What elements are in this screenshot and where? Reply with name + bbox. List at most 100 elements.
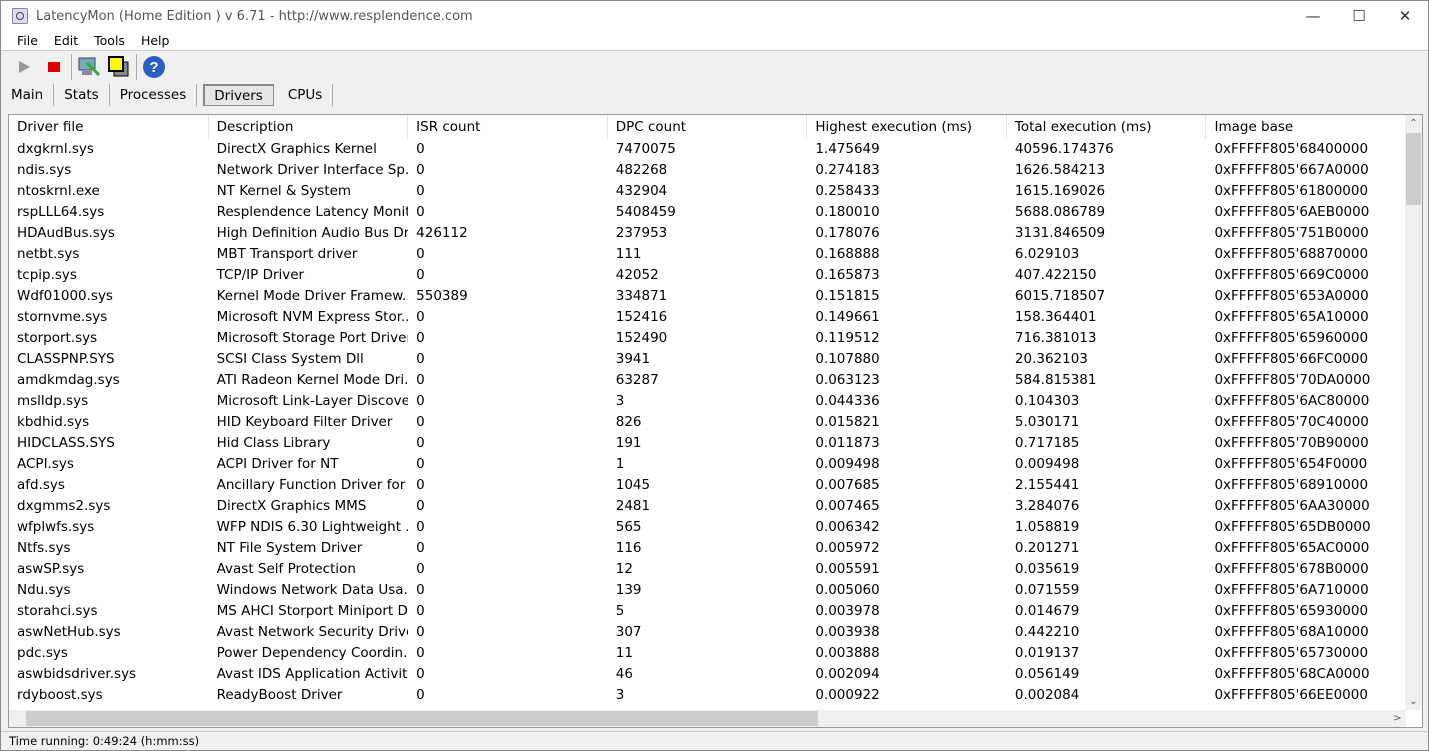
table-row[interactable]: HDAudBus.sys High Definition Audio Bus Dr… [9,223,1406,244]
maximize-button[interactable]: ☐ [1336,1,1382,31]
cell-highest-execution: 0.000922 [815,687,880,703]
svg-text:?: ? [149,59,158,76]
cell-isr-count: 0 [416,645,425,661]
table-row[interactable]: tcpip.sys TCP/IP Driver 0 42052 0.165873 407.… [9,265,1406,286]
cell-driver-file: Ntfs.sys [17,540,71,556]
column-header-total-execution[interactable]: Total execution (ms) [1007,115,1207,139]
cell-total-execution: 0.201271 [1014,540,1080,556]
table-row[interactable]: aswSP.sys Avast Self Protection 0 12 0.00559… [9,559,1406,580]
vertical-scrollbar[interactable]: ⌃ ⌄ [1405,115,1422,710]
cell-description: Power Dependency Coordin... [216,645,409,661]
tab-cpus[interactable]: CPUs [278,84,334,106]
table-row[interactable]: Ndu.sys Windows Network Data Usa... 0 139 0.… [9,580,1406,601]
start-button[interactable] [9,53,39,81]
toolbar-separator [136,54,137,80]
cell-driver-file: HIDCLASS.SYS [17,435,115,451]
cell-total-execution: 407.422150 [1014,267,1097,283]
table-row[interactable]: Ntfs.sys NT File System Driver 0 116 0.00597… [9,538,1406,559]
cell-driver-file: tcpip.sys [17,267,77,283]
table-row[interactable]: amdkmdag.sys ATI Radeon Kernel Mode Dri..… [9,370,1406,391]
column-header-isr-count[interactable]: ISR count [408,115,608,139]
column-header-driver-file[interactable]: Driver file [9,115,209,139]
cell-image-base: 0xFFFFF805'68A10000 [1214,624,1369,640]
cell-highest-execution: 0.063123 [815,372,880,388]
menu-help[interactable]: Help [141,33,170,48]
tab-main[interactable]: Main [1,84,55,106]
table-row[interactable]: ndis.sys Network Driver Interface Sp... 0 4… [9,160,1406,181]
cell-driver-file: Wdf01000.sys [17,288,113,304]
analyze-button[interactable] [74,53,104,81]
column-header-highest-execution[interactable]: Highest execution (ms) [807,115,1007,139]
cell-isr-count: 0 [416,372,425,388]
table-row[interactable]: afd.sys Ancillary Function Driver for ...… [9,475,1406,496]
table-row[interactable]: Wdf01000.sys Kernel Mode Driver Framew...… [9,286,1406,307]
cell-dpc-count: 191 [615,435,642,451]
table-row[interactable]: dxgmms2.sys DirectX Graphics MMS 0 2481 0.00… [9,496,1406,517]
table-row[interactable]: ntoskrnl.exe NT Kernel & System 0 432904 0.2… [9,181,1406,202]
cell-image-base: 0xFFFFF805'65930000 [1214,603,1369,619]
cell-description: HID Keyboard Filter Driver [216,414,393,430]
horizontal-scrollbar[interactable]: > [9,710,1406,727]
table-row[interactable]: storport.sys Microsoft Storage Port Drive… [9,328,1406,349]
cell-dpc-count: 152416 [615,309,668,325]
help-button[interactable]: ? [139,53,169,81]
cell-driver-file: aswNetHub.sys [17,624,121,640]
column-header-dpc-count[interactable]: DPC count [608,115,808,139]
cell-highest-execution: 0.107880 [815,351,880,367]
tab-stats[interactable]: Stats [54,84,110,106]
close-button[interactable]: ✕ [1382,1,1428,31]
cell-isr-count: 0 [416,204,425,220]
cell-description: NT Kernel & System [216,183,352,199]
cell-total-execution: 1615.169026 [1014,183,1106,199]
menu-file[interactable]: File [17,33,38,48]
help-icon: ? [143,56,165,78]
tab-drivers[interactable]: Drivers [203,84,274,106]
table-row[interactable]: dxgkrnl.sys DirectX Graphics Kernel 0 74700… [9,139,1406,160]
cell-driver-file: ACPI.sys [17,456,74,472]
column-header-image-base[interactable]: Image base [1206,115,1407,139]
cell-image-base: 0xFFFFF805'667A0000 [1214,162,1369,178]
cell-isr-count: 0 [416,456,425,472]
cell-driver-file: pdc.sys [17,645,68,661]
menu-edit[interactable]: Edit [54,33,78,48]
cell-total-execution: 6015.718507 [1014,288,1106,304]
table-row[interactable]: pdc.sys Power Dependency Coordin... 0 11 0.0… [9,643,1406,664]
table-row[interactable]: aswbidsdriver.sys Avast IDS Application A… [9,664,1406,685]
table-row[interactable]: rspLLL64.sys Resplendence Latency Monit..… [9,202,1406,223]
cell-driver-file: wfplwfs.sys [17,519,95,535]
cell-isr-count: 0 [416,183,425,199]
table-row[interactable]: mslldp.sys Microsoft Link-Layer Discove..… [9,391,1406,412]
cell-highest-execution: 0.258433 [815,183,880,199]
table-row[interactable]: stornvme.sys Microsoft NVM Express Stor..… [9,307,1406,328]
vertical-scroll-thumb[interactable] [1406,133,1421,205]
cell-dpc-count: 46 [615,666,633,682]
cell-isr-count: 426112 [416,225,468,241]
horizontal-scroll-thumb[interactable] [26,711,818,726]
cell-total-execution: 6.029103 [1014,246,1080,262]
table-row[interactable]: storahci.sys MS AHCI Storport Miniport D.… [9,601,1406,622]
table-row[interactable]: kbdhid.sys HID Keyboard Filter Driver 0 826… [9,412,1406,433]
minimize-button[interactable]: — [1290,1,1336,31]
table-row[interactable]: CLASSPNP.SYS SCSI Class System Dll 0 3941 0.… [9,349,1406,370]
cell-dpc-count: 334871 [615,288,668,304]
cell-driver-file: amdkmdag.sys [17,372,120,388]
cell-isr-count: 0 [416,603,425,619]
tab-processes[interactable]: Processes [110,84,198,106]
windows-button[interactable] [104,53,134,81]
table-row[interactable]: rdyboost.sys ReadyBoost Driver 0 3 0.000922 0… [9,685,1406,706]
cell-dpc-count: 3 [615,393,625,409]
cell-isr-count: 0 [416,561,425,577]
table-row[interactable]: netbt.sys MBT Transport driver 0 111 0.16888… [9,244,1406,265]
table-row[interactable]: wfplwfs.sys WFP NDIS 6.30 Lightweight ...… [9,517,1406,538]
column-header-description[interactable]: Description [209,115,409,139]
scroll-up-icon[interactable]: ⌃ [1405,115,1422,132]
scroll-down-icon[interactable]: ⌄ [1405,693,1422,710]
table-row[interactable]: ACPI.sys ACPI Driver for NT 0 1 0.009498 0.00… [9,454,1406,475]
table-row[interactable]: HIDCLASS.SYS Hid Class Library 0 191 0.01187… [9,433,1406,454]
stop-button[interactable] [39,53,69,81]
menu-tools[interactable]: Tools [94,33,125,48]
scroll-right-icon[interactable]: > [1389,710,1406,727]
cell-total-execution: 20.362103 [1014,351,1088,367]
tab-strip: Main Stats Processes Drivers CPUs [1,83,334,107]
table-row[interactable]: aswNetHub.sys Avast Network Security Driv… [9,622,1406,643]
